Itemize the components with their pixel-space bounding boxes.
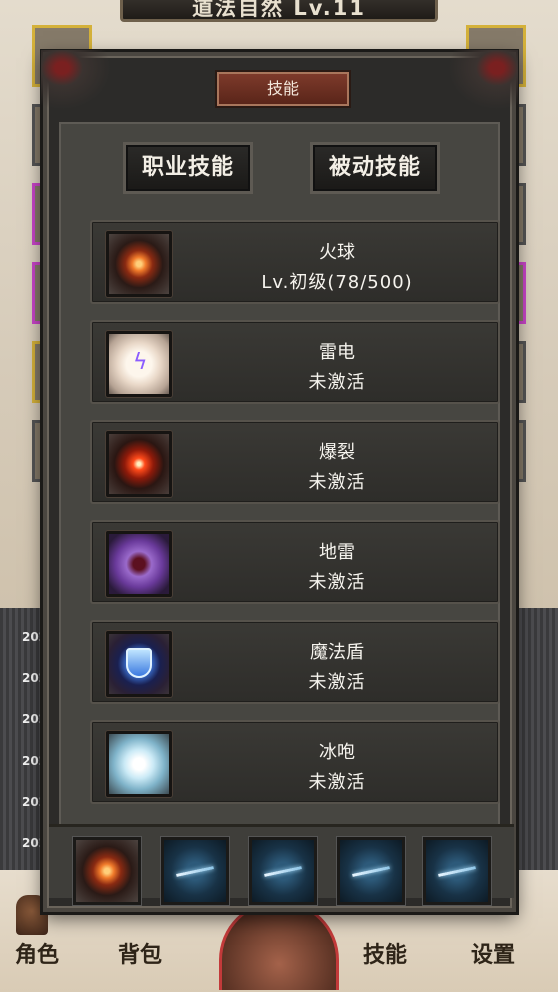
skill-status: 未激活 [308,472,366,493]
background-player-title: 道法自然 Lv.11 [120,0,438,22]
skill-name: 地雷 [319,542,355,563]
magic-shield-icon [106,631,172,697]
skill-dialog: 技能 火球 Lv.初级(78/500) ϟ 雷电 未激活 爆裂 未激活 地雷 未… [41,50,518,912]
dragon-ornament-icon [41,50,111,110]
landmine-icon [106,531,172,597]
skill-status: 未激活 [308,672,366,693]
thunder-icon: ϟ [106,331,172,397]
burst-icon [106,431,172,497]
skill-quickbar [49,824,514,905]
tab-career-skills[interactable]: 职业技能 [123,142,253,194]
quickbar-slot-empty[interactable] [423,837,491,905]
nav-settings[interactable]: 设置 [471,937,515,969]
shield-icon [126,648,152,678]
skill-row-ice-roar[interactable]: 冰咆 未激活 [90,720,500,804]
ice-roar-icon [106,731,172,797]
lightning-bolt-icon: ϟ [133,350,148,375]
skill-status: 未激活 [308,572,366,593]
sword-icon [176,866,214,877]
tab-passive-skills[interactable]: 被动技能 [310,142,440,194]
skill-row-fireball[interactable]: 火球 Lv.初级(78/500) [90,220,500,304]
quickbar-slot-empty[interactable] [337,837,405,905]
quickbar-slot-fireball[interactable] [73,837,141,905]
skill-status: 未激活 [308,772,366,793]
skill-name: 火球 [319,242,355,263]
skill-status: Lv.初级(78/500) [261,272,413,293]
quickbar-slot-empty[interactable] [249,837,317,905]
skill-row-thunder[interactable]: ϟ 雷电 未激活 [90,320,500,404]
skill-row-landmine[interactable]: 地雷 未激活 [90,520,500,604]
nav-bag[interactable]: 背包 [118,937,162,969]
skill-panel: 火球 Lv.初级(78/500) ϟ 雷电 未激活 爆裂 未激活 地雷 未激活 … [49,122,514,905]
nav-character[interactable]: 角色 [15,937,59,969]
skill-status: 未激活 [308,372,366,393]
dialog-title: 技能 [217,72,349,106]
nav-skills[interactable]: 技能 [363,937,407,969]
sword-icon [438,866,476,877]
skill-name: 冰咆 [319,742,355,763]
skill-name: 魔法盾 [310,642,364,663]
skill-name: 雷电 [319,342,355,363]
skill-row-magic-shield[interactable]: 魔法盾 未激活 [90,620,500,704]
fireball-icon [106,231,172,297]
skill-row-burst[interactable]: 爆裂 未激活 [90,420,500,504]
quickbar-slot-empty[interactable] [161,837,229,905]
sword-icon [352,866,390,877]
skill-name: 爆裂 [319,442,355,463]
sword-icon [264,866,302,877]
dragon-ornament-icon [448,50,518,110]
